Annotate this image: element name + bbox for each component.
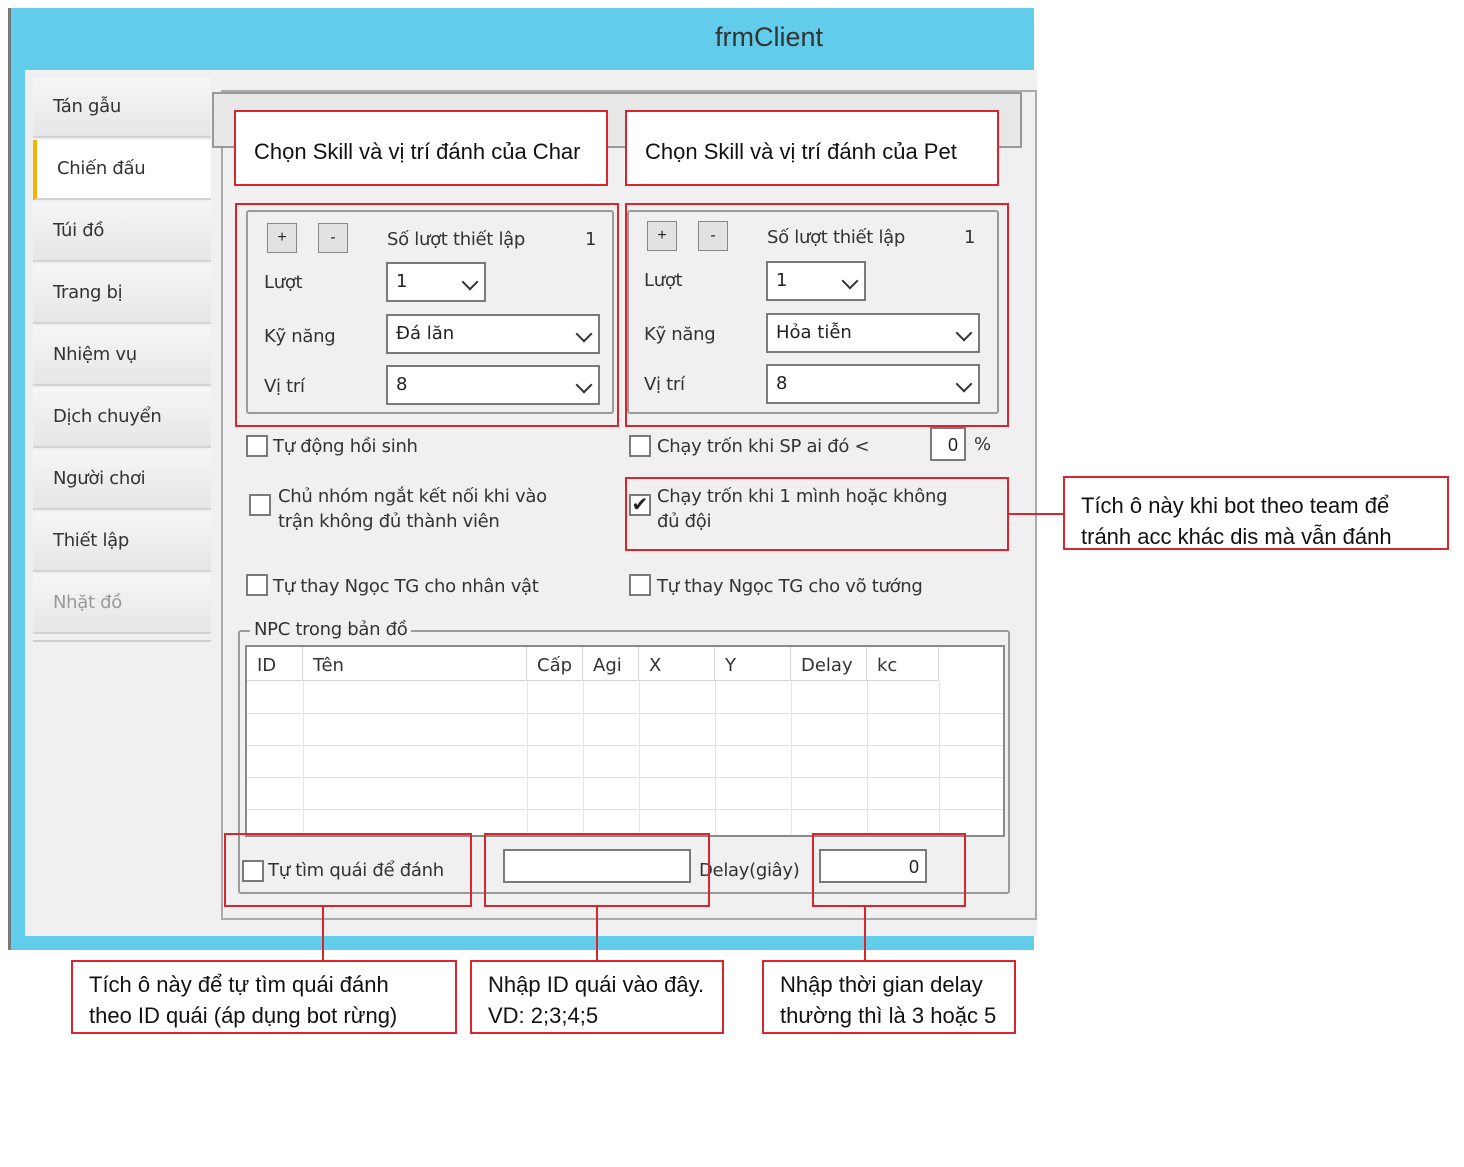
annotation-delay: Nhập thời gian delay thường thì là 3 hoặ… — [762, 960, 1016, 1034]
sidebar-item-label: Trang bị — [53, 282, 123, 303]
annotation-auto-find: Tích ô này để tự tìm quái đánh theo ID q… — [71, 960, 457, 1034]
table-column-divider — [939, 681, 940, 835]
sidebar-empty-area — [33, 640, 211, 936]
column-header-id[interactable]: ID — [247, 647, 303, 681]
table-column-divider — [527, 681, 528, 835]
table-column-divider — [715, 681, 716, 835]
auto-revive-label: Tự động hồi sinh — [273, 436, 418, 457]
sidebar-item-bag[interactable]: Túi đồ — [33, 202, 211, 262]
table-column-divider — [791, 681, 792, 835]
annotation-delay-line1: Nhập thời gian delay — [780, 972, 983, 997]
flee-sp-checkbox[interactable] — [629, 435, 651, 457]
table-row — [247, 777, 1003, 778]
annotation-connector — [596, 907, 598, 961]
flee-sp-label: Chạy trốn khi SP ai đó < — [657, 436, 870, 457]
delay-label: Delay(giây) — [699, 860, 800, 881]
gem-char-checkbox[interactable] — [246, 574, 268, 596]
column-header-agi[interactable]: Agi — [583, 647, 639, 681]
annotation-team-line1: Tích ô này khi bot theo team để — [1081, 493, 1390, 518]
sidebar-item-teleport[interactable]: Dịch chuyển — [33, 388, 211, 448]
annotation-auto-find-line2: theo ID quái (áp dụng bot rừng) — [89, 1003, 398, 1028]
annotation-connector — [1009, 513, 1065, 515]
sidebar-item-combat[interactable]: Chiến đấu — [33, 140, 211, 200]
gem-general-label: Tự thay Ngọc TG cho võ tướng — [657, 576, 923, 597]
annotation-pet-skill: Chọn Skill và vị trí đánh của Pet — [625, 110, 999, 186]
sidebar-item-pickup[interactable]: Nhặt đồ — [33, 574, 211, 634]
table-column-divider — [867, 681, 868, 835]
annotation-connector — [322, 907, 324, 961]
annotation-monster-id: Nhập ID quái vào đây. VD: 2;3;4;5 — [470, 960, 724, 1034]
column-header-level[interactable]: Cấp — [527, 647, 583, 681]
gem-general-checkbox[interactable] — [629, 574, 651, 596]
sidebar-item-label: Chiến đấu — [57, 158, 146, 179]
sidebar-item-chat[interactable]: Tán gẫu — [33, 78, 211, 138]
highlight-pet-skill-group — [625, 203, 1009, 427]
flee-sp-value: 0 — [947, 435, 958, 455]
table-column-divider — [303, 681, 304, 835]
sidebar-item-label: Dịch chuyển — [53, 406, 162, 427]
npc-group-label: NPC trong bản đồ — [250, 619, 412, 640]
sidebar-item-label: Thiết lập — [53, 530, 130, 551]
sidebar-item-quests[interactable]: Nhiệm vụ — [33, 326, 211, 386]
annotation-auto-find-line1: Tích ô này để tự tìm quái đánh — [89, 972, 389, 997]
sidebar-item-settings[interactable]: Thiết lập — [33, 512, 211, 572]
column-header-name[interactable]: Tên — [303, 647, 527, 681]
sidebar-item-label: Túi đồ — [53, 220, 105, 241]
auto-revive-checkbox[interactable] — [246, 435, 268, 457]
column-header-distance[interactable]: kc — [867, 647, 939, 681]
column-header-delay[interactable]: Delay — [791, 647, 867, 681]
sidebar-item-label: Người chơi — [53, 468, 146, 489]
window-title: frmClient — [714, 22, 823, 52]
leader-disconnect-checkbox[interactable] — [249, 494, 271, 516]
leader-disconnect-label-line2: trận không đủ thành viên — [278, 511, 500, 532]
sidebar-item-label: Nhiệm vụ — [53, 344, 137, 365]
column-header-y[interactable]: Y — [715, 647, 791, 681]
gem-char-label: Tự thay Ngọc TG cho nhân vật — [273, 576, 539, 597]
npc-table[interactable]: ID Tên Cấp Agi X Y Delay kc — [245, 645, 1005, 837]
highlight-auto-find — [224, 833, 472, 907]
table-row — [247, 809, 1003, 810]
highlight-delay — [812, 833, 966, 907]
annotation-delay-line2: thường thì là 3 hoặc 5 — [780, 1003, 997, 1028]
flee-sp-unit: % — [974, 434, 991, 455]
table-column-divider — [639, 681, 640, 835]
column-header-x[interactable]: X — [639, 647, 715, 681]
table-column-divider — [583, 681, 584, 835]
highlight-flee-alone — [625, 477, 1009, 551]
table-row — [247, 745, 1003, 746]
table-row — [247, 713, 1003, 714]
annotation-monster-id-line2: VD: 2;3;4;5 — [488, 1003, 599, 1028]
annotation-monster-id-line1: Nhập ID quái vào đây. — [488, 972, 705, 997]
sidebar-item-label: Tán gẫu — [53, 96, 121, 117]
highlight-char-skill-group — [235, 203, 619, 427]
annotation-connector — [864, 907, 866, 961]
annotation-team: Tích ô này khi bot theo team để tránh ac… — [1063, 476, 1449, 550]
sidebar-item-equipment[interactable]: Trang bị — [33, 264, 211, 324]
flee-sp-input[interactable]: 0 — [930, 427, 966, 461]
leader-disconnect-label-line1: Chủ nhóm ngắt kết nối khi vào — [278, 486, 547, 507]
highlight-monster-id — [484, 833, 710, 907]
sidebar-item-players[interactable]: Người chơi — [33, 450, 211, 510]
annotation-char-skill: Chọn Skill và vị trí đánh của Char — [234, 110, 608, 186]
annotation-team-line2: tránh acc khác dis mà vẫn đánh — [1081, 524, 1392, 549]
sidebar-item-label: Nhặt đồ — [53, 592, 123, 613]
